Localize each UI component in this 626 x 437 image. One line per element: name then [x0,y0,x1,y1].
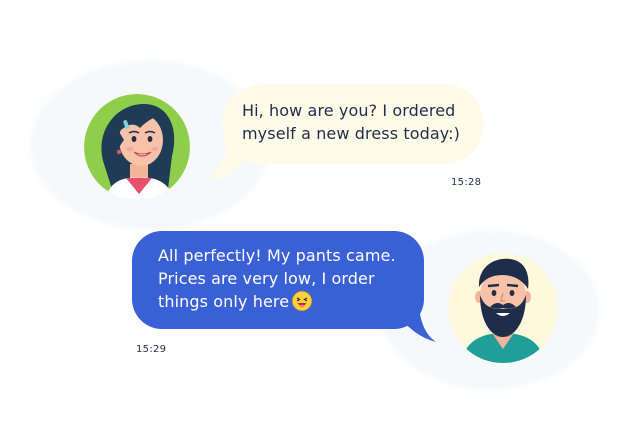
outgoing-message-bubble[interactable]: All perfectly! My pants came. Prices are… [132,231,424,329]
message-text-line: myself a new dress today:) [242,124,460,143]
message-text-line-with-emoji: things only here [158,290,410,313]
message-timestamp: 15:28 [451,177,482,188]
incoming-message-bubble[interactable]: Hi, how are you? I ordered myself a new … [222,84,484,164]
man-avatar[interactable] [448,253,558,363]
message-text-line: Hi, how are you? I ordered [242,101,456,120]
man-avatar-icon [448,253,558,363]
chat-conversation: Hi, how are you? I ordered myself a new … [0,0,626,437]
message-timestamp: 15:29 [136,344,167,355]
laughing-face-icon [292,291,313,311]
message-text-line: Prices are very low, I order [158,269,375,288]
woman-avatar-icon [84,94,190,200]
woman-avatar[interactable] [84,94,190,200]
message-text-line: All perfectly! My pants came. [158,246,396,265]
message-text-line: things only here [158,292,290,311]
